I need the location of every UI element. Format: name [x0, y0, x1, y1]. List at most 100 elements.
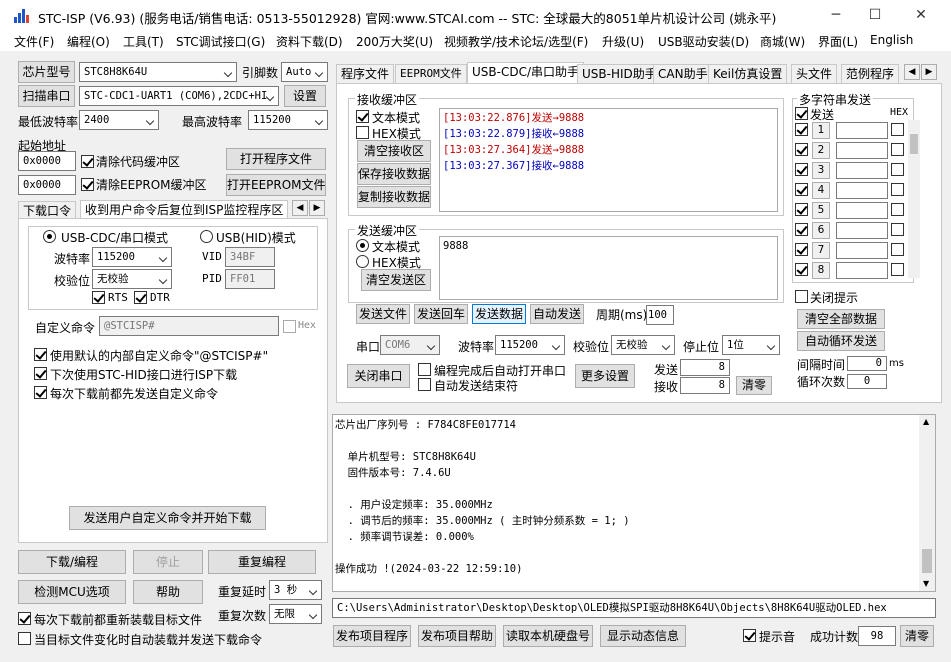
read-disk-id-button[interactable]: 读取本机硬盘号 — [503, 625, 593, 647]
check-mcu-button[interactable]: 检测MCU选项 — [18, 580, 126, 604]
repeat-delay-select[interactable]: 3 秒 — [269, 580, 322, 600]
parity-select[interactable]: 无校验 — [92, 269, 172, 289]
menu-program[interactable]: 编程(O) — [67, 33, 110, 50]
receive-textarea[interactable]: [13:03:22.876]发送→9888 [13:03:22.879]接收←9… — [439, 108, 778, 212]
help-button[interactable]: 帮助 — [133, 580, 203, 604]
custom-command-input[interactable]: @STCISP# — [99, 316, 279, 336]
tab-scroll-left-icon[interactable]: ◀ — [292, 200, 308, 216]
rts-checkbox[interactable] — [92, 291, 105, 304]
publish-program-button[interactable]: 发布项目程序 — [333, 625, 411, 647]
multi-row-hex-checkbox[interactable] — [891, 243, 904, 256]
multi-row-send-button[interactable]: 6 — [812, 222, 830, 239]
menu-usb-driver[interactable]: USB驱动安装(D) — [658, 33, 749, 50]
auto-loop-send-button[interactable]: 自动循环发送 — [797, 331, 885, 351]
close-tip-checkbox[interactable] — [795, 290, 808, 303]
clear-eeprom-checkbox[interactable] — [81, 178, 94, 191]
right-tab-scroll-left-icon[interactable]: ◀ — [904, 64, 920, 80]
download-program-button[interactable]: 下载/编程 — [18, 550, 126, 574]
max-baud-select[interactable]: 115200 — [248, 110, 328, 130]
send-file-button[interactable]: 发送文件 — [356, 304, 410, 324]
tab-scroll-right-icon[interactable]: ▶ — [309, 200, 325, 216]
use-hid-next-checkbox[interactable] — [34, 367, 47, 380]
stop-bits-select[interactable]: 1位 — [722, 335, 780, 355]
menu-file[interactable]: 文件(F) — [14, 33, 54, 50]
multi-row-enable-checkbox[interactable] — [795, 223, 808, 236]
send-hex-mode-radio[interactable] — [356, 255, 369, 268]
multi-row-send-button[interactable]: 4 — [812, 182, 830, 199]
output-log[interactable]: 芯片出厂序列号 : F784C8FE017714 单片机型号: STC8H8K6… — [332, 414, 936, 592]
scan-port-button[interactable]: 扫描串口 — [18, 85, 75, 107]
multi-row-input[interactable] — [836, 202, 888, 219]
menu-shop[interactable]: 商城(W) — [760, 33, 805, 50]
min-baud-select[interactable]: 2400 — [79, 110, 159, 130]
clear-code-checkbox[interactable] — [81, 155, 94, 168]
chip-model-button[interactable]: 芯片型号 — [18, 61, 75, 83]
interval-input[interactable]: 0 — [847, 356, 887, 371]
multi-row-input[interactable] — [836, 162, 888, 179]
open-eeprom-file-button[interactable]: 打开EEPROM文件 — [226, 174, 326, 196]
usb-cdc-mode-radio[interactable] — [43, 230, 56, 243]
menu-award[interactable]: 200万大奖(U) — [356, 33, 433, 50]
eeprom-address-input[interactable]: 0x0000 — [18, 175, 76, 195]
multi-row-hex-checkbox[interactable] — [891, 143, 904, 156]
tab-can-assistant[interactable]: CAN助手 — [653, 64, 713, 84]
multi-row-send-button[interactable]: 5 — [812, 202, 830, 219]
tab-usb-hid-assistant[interactable]: USB-HID助手 — [577, 64, 662, 84]
maximize-button[interactable]: ☐ — [852, 0, 898, 31]
period-input[interactable]: 100 — [646, 305, 674, 325]
multi-row-input[interactable] — [836, 142, 888, 159]
port-select[interactable]: STC-CDC1-UART1 (COM6),2CDC+HI — [79, 86, 279, 106]
multi-row-enable-checkbox[interactable] — [795, 263, 808, 276]
auto-send-end-checkbox[interactable] — [418, 378, 431, 391]
pin-count-select[interactable]: Auto — [281, 62, 328, 82]
send-data-button[interactable]: 发送数据 — [472, 304, 526, 324]
beep-checkbox[interactable] — [743, 629, 756, 642]
multi-send-all-checkbox[interactable] — [795, 107, 808, 120]
clear-send-button[interactable]: 清空发送区 — [361, 269, 431, 291]
menu-debug[interactable]: STC调试接口(G) — [176, 33, 265, 50]
auto-send-button[interactable]: 自动发送 — [530, 304, 584, 324]
clear-success-button[interactable]: 清零 — [900, 625, 934, 647]
close-button[interactable]: ✕ — [898, 0, 944, 31]
multi-row-input[interactable] — [836, 222, 888, 239]
stop-button[interactable]: 停止 — [133, 550, 203, 574]
chip-model-select[interactable]: STC8H8K64U — [79, 62, 237, 82]
multi-row-hex-checkbox[interactable] — [891, 183, 904, 196]
usb-hid-mode-radio[interactable] — [200, 230, 213, 243]
scroll-down-icon[interactable]: ▼ — [923, 579, 929, 588]
more-settings-button[interactable]: 更多设置 — [575, 364, 635, 388]
close-port-button[interactable]: 关闭串口 — [347, 364, 410, 388]
repeat-program-button[interactable]: 重复编程 — [208, 550, 316, 574]
menu-video[interactable]: 视频教学/技术论坛/选型(F) — [444, 33, 588, 50]
clear-count-button[interactable]: 清零 — [736, 376, 772, 395]
send-text-mode-radio[interactable] — [356, 239, 369, 252]
baud-select[interactable]: 115200 — [92, 247, 172, 267]
multi-row-send-button[interactable]: 3 — [812, 162, 830, 179]
multi-row-send-button[interactable]: 2 — [812, 142, 830, 159]
code-address-input[interactable]: 0x0000 — [18, 151, 76, 171]
publish-help-button[interactable]: 发布项目帮助 — [418, 625, 496, 647]
multi-row-enable-checkbox[interactable] — [795, 183, 808, 196]
multi-row-enable-checkbox[interactable] — [795, 243, 808, 256]
multi-row-send-button[interactable]: 7 — [812, 242, 830, 259]
multi-row-send-button[interactable]: 1 — [812, 122, 830, 139]
multi-row-hex-checkbox[interactable] — [891, 163, 904, 176]
multi-row-enable-checkbox[interactable] — [795, 163, 808, 176]
pid-input[interactable]: FF01 — [225, 269, 275, 289]
multi-row-input[interactable] — [836, 122, 888, 139]
multi-row-hex-checkbox[interactable] — [891, 223, 904, 236]
multi-scrollbar[interactable] — [908, 120, 920, 278]
send-return-button[interactable]: 发送回车 — [414, 304, 468, 324]
assistant-parity-select[interactable]: 无校验 — [611, 335, 675, 355]
open-program-file-button[interactable]: 打开程序文件 — [226, 148, 326, 170]
clear-receive-button[interactable]: 清空接收区 — [357, 140, 431, 162]
show-dynamic-info-button[interactable]: 显示动态信息 — [600, 625, 686, 647]
auto-load-checkbox[interactable] — [18, 632, 31, 645]
tab-program-file[interactable]: 程序文件 — [336, 64, 395, 84]
repeat-count-select[interactable]: 无限 — [269, 604, 322, 624]
vid-input[interactable]: 34BF — [225, 247, 275, 267]
tab-eeprom-file[interactable]: EEPROM文件 — [395, 64, 467, 84]
multi-row-enable-checkbox[interactable] — [795, 143, 808, 156]
settings-button[interactable]: 设置 — [284, 85, 326, 107]
multi-row-input[interactable] — [836, 242, 888, 259]
